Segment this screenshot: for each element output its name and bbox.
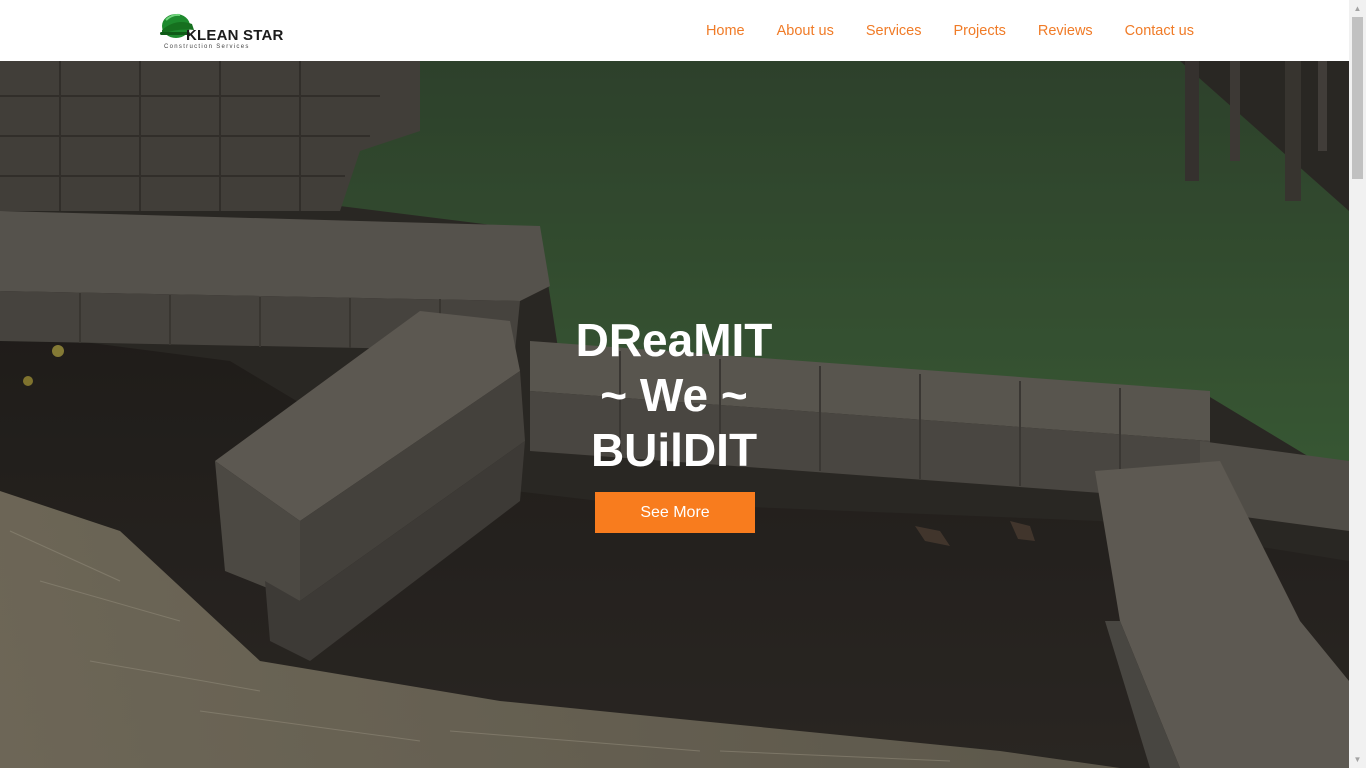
scrollbar-thumb[interactable]: [1352, 17, 1363, 179]
nav-about-us[interactable]: About us: [777, 23, 834, 39]
nav-projects[interactable]: Projects: [953, 23, 1005, 39]
nav-contact-us[interactable]: Contact us: [1125, 23, 1194, 39]
page: KLEAN STAR Construction Services Home Ab…: [0, 0, 1366, 768]
nav-home[interactable]: Home: [706, 23, 745, 39]
site-header: KLEAN STAR Construction Services Home Ab…: [0, 0, 1349, 61]
scroll-down-arrow-icon[interactable]: ▼: [1349, 751, 1366, 768]
hero-title-line-1: DReaMIT: [575, 314, 773, 366]
site-logo[interactable]: KLEAN STAR Construction Services: [158, 10, 286, 52]
hero-title-line-3: BUilDIT: [590, 424, 758, 476]
hero-section: DReaMIT ~ We ~ BUilDIT See More: [0, 61, 1349, 768]
vertical-scrollbar[interactable]: ▲ ▼: [1349, 0, 1366, 768]
scroll-up-arrow-icon[interactable]: ▲: [1349, 0, 1366, 17]
hero-title-line-2: ~ We ~: [600, 369, 748, 421]
nav-services[interactable]: Services: [866, 23, 922, 39]
logo-title: KLEAN STAR: [186, 27, 284, 44]
nav-reviews[interactable]: Reviews: [1038, 23, 1093, 39]
hero-title: DReaMIT ~ We ~ BUilDIT: [474, 313, 874, 478]
main-nav: Home About us Services Projects Reviews …: [674, 0, 1194, 61]
logo-tagline: Construction Services: [164, 44, 250, 50]
see-more-button[interactable]: See More: [595, 492, 755, 533]
